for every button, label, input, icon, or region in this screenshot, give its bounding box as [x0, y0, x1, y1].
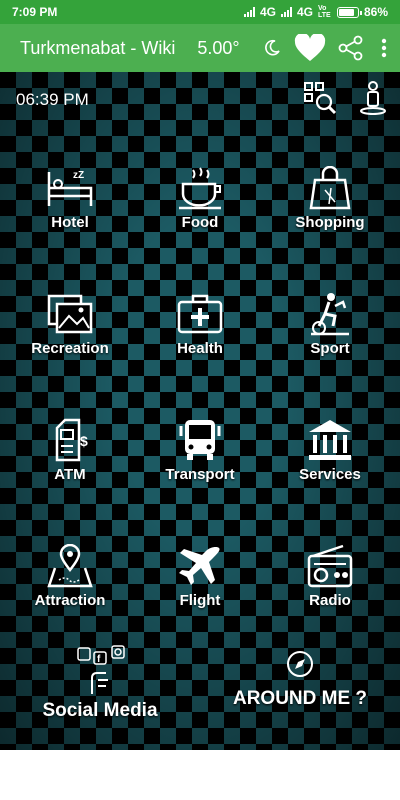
category-label: Transport [165, 466, 235, 483]
bed-icon: zZ [47, 170, 93, 206]
category-transport[interactable]: Transport [145, 418, 255, 483]
map-pin-icon [47, 544, 93, 588]
first-aid-kit-icon [177, 294, 223, 334]
battery-percent: 86% [363, 5, 388, 19]
bank-building-icon [309, 420, 351, 460]
temperature: 5.00° [197, 37, 240, 58]
svg-text:zZ: zZ [73, 170, 84, 181]
category-label: Attraction [34, 592, 106, 609]
app-bar: Turkmenabat - Wiki 5.00° [0, 24, 400, 72]
category-label: Flight [179, 592, 221, 609]
svg-text:$: $ [80, 433, 88, 449]
category-services[interactable]: Services [275, 418, 385, 483]
category-label: Health [177, 340, 223, 357]
coffee-cup-icon [179, 167, 221, 210]
category-label: Radio [309, 592, 351, 609]
category-shopping[interactable]: Shopping [275, 166, 385, 231]
main-grid-area: 06:39 PM zZ Hotel Food Shopping Recreati… [0, 72, 400, 750]
signal-icon [243, 7, 255, 17]
category-atm[interactable]: $ ATM [15, 418, 125, 483]
battery-fill [338, 8, 354, 16]
around-me-button[interactable]: AROUND ME ? [225, 650, 375, 710]
social-media-icon: f [77, 645, 125, 694]
radio-icon [307, 544, 353, 588]
moon-icon [265, 39, 280, 56]
category-label: Shopping [295, 214, 365, 231]
exercise-bike-icon [311, 293, 349, 336]
around-me-label: AROUND ME ? [232, 688, 368, 709]
category-flight[interactable]: Flight [145, 544, 255, 609]
category-label: Food [181, 214, 219, 231]
volte-label: Vo LTE [317, 5, 331, 19]
share-icon[interactable] [338, 35, 364, 61]
shopping-bag-icon [309, 166, 351, 210]
status-bar: 7:09 PM 4G 4G Vo LTE 86% [0, 0, 400, 24]
network-label-2: 4G [296, 5, 313, 19]
more-vert-icon[interactable] [376, 36, 392, 60]
category-food[interactable]: Food [145, 166, 255, 231]
category-label: Sport [310, 340, 350, 357]
category-label: ATM [54, 466, 86, 483]
signal-icon-2 [280, 7, 292, 17]
airplane-icon [179, 547, 220, 585]
person-location-icon[interactable] [358, 80, 388, 116]
category-label: Services [299, 466, 361, 483]
app-title: Turkmenabat - Wiki [20, 37, 176, 58]
bottom-blank-area [0, 750, 400, 800]
social-media-button[interactable]: f Social Media [30, 644, 170, 722]
qr-search-icon[interactable] [302, 80, 338, 116]
social-media-label: Social Media [42, 700, 158, 721]
atm-machine-icon: $ [55, 418, 88, 462]
battery-icon [336, 6, 362, 18]
bus-icon [179, 420, 221, 460]
status-time: 7:09 PM [12, 5, 58, 19]
compass-icon [287, 651, 313, 677]
category-label: Recreation [31, 340, 109, 357]
category-radio[interactable]: Radio [275, 544, 385, 609]
category-sport[interactable]: Sport [275, 292, 385, 357]
current-time: 06:39 PM [16, 90, 89, 109]
picture-icon [47, 294, 93, 334]
category-recreation[interactable]: Recreation [15, 292, 125, 357]
category-health[interactable]: Health [145, 292, 255, 357]
network-label-1: 4G [259, 5, 276, 19]
category-attraction[interactable]: Attraction [15, 544, 125, 609]
category-label: Hotel [51, 214, 89, 231]
category-hotel[interactable]: zZ Hotel [15, 166, 125, 231]
favorite-heart-icon[interactable] [294, 34, 326, 62]
